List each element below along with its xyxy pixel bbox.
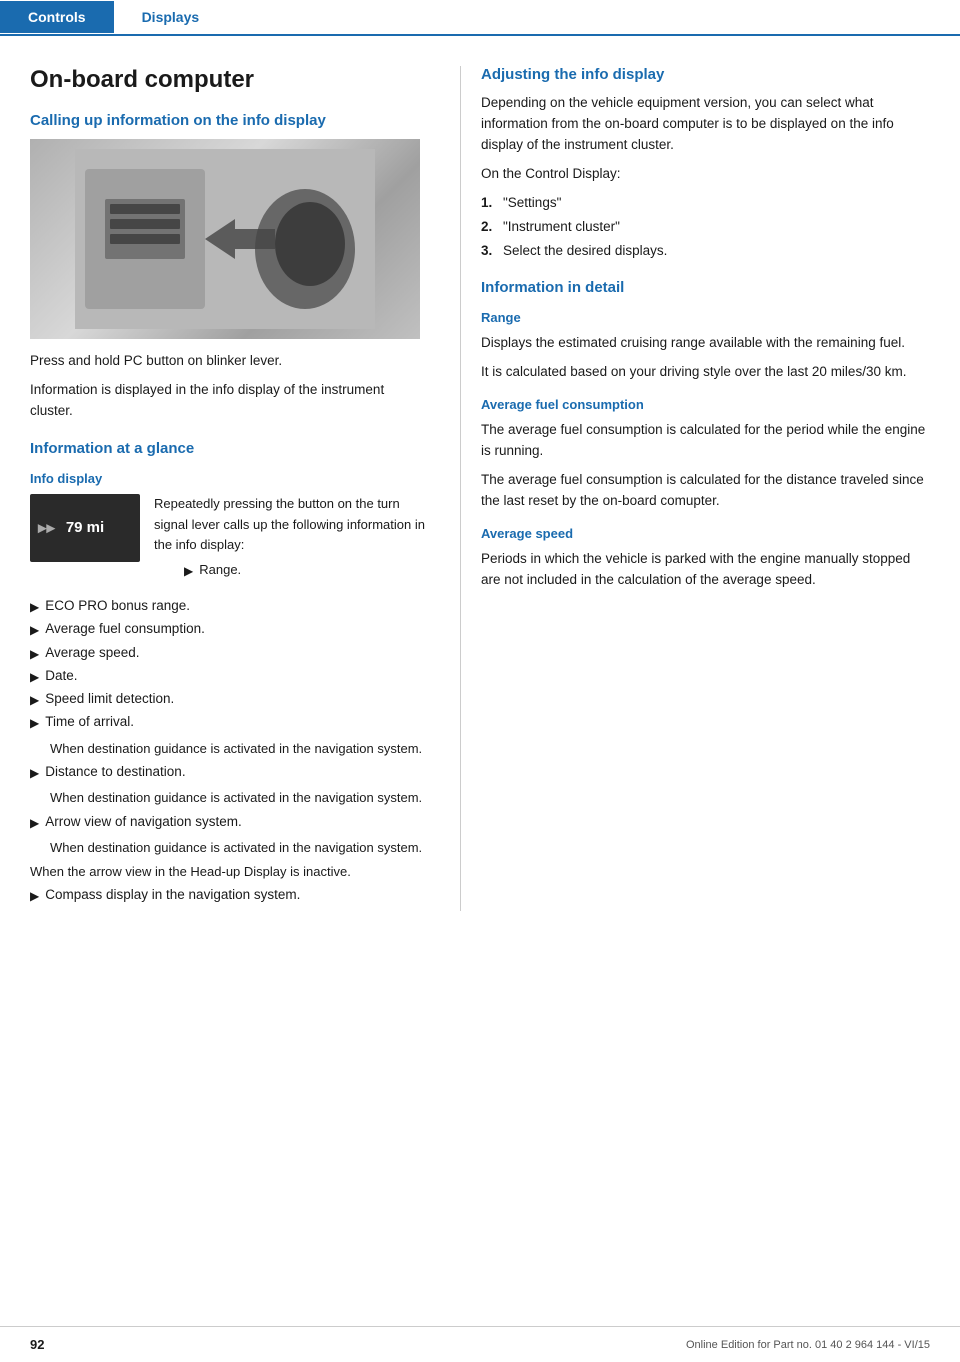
sub-heading-avg-fuel: Average fuel consumption [481, 397, 930, 412]
arrow-view-bullet-list: ▶ Arrow view of navigation system. [30, 812, 430, 832]
step-3: 3. Select the desired displays. [481, 241, 930, 261]
bullet-eco-pro: ▶ ECO PRO bonus range. [30, 596, 430, 616]
footer-info: Online Edition for Part no. 01 40 2 964 … [686, 1339, 930, 1351]
tab-displays[interactable]: Displays [114, 1, 228, 33]
info-display-widget: ▶▶ 79 mi Repeatedly pressing the button … [30, 494, 430, 586]
bullet-arrow-icon: ▶ [30, 691, 39, 709]
column-divider [460, 66, 461, 911]
arrow-inactive-note: When the arrow view in the Head-up Displ… [30, 862, 430, 882]
step-2-text: "Instrument cluster" [503, 217, 620, 237]
section-info-at-glance-heading: Information at a glance [30, 440, 430, 457]
car-image-svg [75, 149, 375, 329]
step-1-num: 1. [481, 193, 503, 213]
step-1: 1. "Settings" [481, 193, 930, 213]
bullet-arrow-icon: ▶ [184, 562, 193, 580]
range-para1: Displays the estimated cruising range av… [481, 333, 930, 354]
bullet-time-arrival: ▶ Time of arrival. [30, 712, 430, 732]
page-title: On-board computer [30, 66, 430, 94]
widget-arrow-icon: ▶▶ [38, 521, 55, 534]
arrow-view-sub: When destination guidance is activated i… [30, 838, 430, 858]
widget-value: 79 mi [66, 519, 104, 536]
bullet-arrow-icon: ▶ [30, 668, 39, 686]
bullet-range-sub: ▶ Range. [184, 560, 430, 580]
step-1-text: "Settings" [503, 193, 561, 213]
bullet-arrow-icon: ▶ [30, 814, 39, 832]
bullet-arrow-icon: ▶ [30, 621, 39, 639]
bullet-arrow-view: ▶ Arrow view of navigation system. [30, 812, 430, 832]
bullet-arrow-icon: ▶ [30, 598, 39, 616]
bullet-arrow-icon: ▶ [30, 764, 39, 782]
avg-speed-para1: Periods in which the vehicle is parked w… [481, 549, 930, 591]
step-2: 2. "Instrument cluster" [481, 217, 930, 237]
widget-display-box: ▶▶ 79 mi [30, 494, 140, 562]
bullet-arrow-icon: ▶ [30, 887, 39, 905]
distance-sub: When destination guidance is activated i… [30, 788, 430, 808]
car-interior-image [30, 139, 420, 339]
bullet-arrow-icon: ▶ [30, 645, 39, 663]
distance-bullet-list: ▶ Distance to destination. [30, 762, 430, 782]
adjusting-para1: Depending on the vehicle equipment versi… [481, 93, 930, 156]
left-column: On-board computer Calling up information… [30, 66, 460, 911]
bullet-distance: ▶ Distance to destination. [30, 762, 430, 782]
bullet-arrow-icon: ▶ [30, 714, 39, 732]
sub-heading-info-display: Info display [30, 471, 430, 486]
right-column: Adjusting the info display Depending on … [471, 66, 930, 911]
sub-heading-range: Range [481, 310, 930, 325]
info-display-image [30, 139, 420, 339]
adjusting-para2: On the Control Display: [481, 164, 930, 185]
para-info-displayed: Information is displayed in the info dis… [30, 380, 430, 422]
tab-controls[interactable]: Controls [0, 1, 114, 33]
time-arrival-sub: When destination guidance is activated i… [30, 739, 430, 759]
section-adjusting-heading: Adjusting the info display [481, 66, 930, 83]
bullet-date: ▶ Date. [30, 666, 430, 686]
sub-heading-avg-speed: Average speed [481, 526, 930, 541]
top-nav: Controls Displays [0, 0, 960, 36]
widget-sub-bullets: ▶ Range. [154, 560, 430, 580]
section-calling-up-heading: Calling up information on the info displ… [30, 112, 430, 129]
widget-caption-text: Repeatedly pressing the button on the tu… [154, 494, 430, 586]
page-number: 92 [30, 1337, 44, 1352]
section-info-in-detail-heading: Information in detail [481, 279, 930, 296]
bullet-compass: ▶ Compass display in the navigation syst… [30, 885, 430, 905]
compass-bullet-list: ▶ Compass display in the navigation syst… [30, 885, 430, 905]
step-2-num: 2. [481, 217, 503, 237]
step-3-num: 3. [481, 241, 503, 261]
bullet-avg-fuel: ▶ Average fuel consumption. [30, 619, 430, 639]
content-wrapper: On-board computer Calling up information… [0, 36, 960, 931]
info-bullets-list: ▶ ECO PRO bonus range. ▶ Average fuel co… [30, 596, 430, 733]
adjusting-steps-list: 1. "Settings" 2. "Instrument cluster" 3.… [481, 193, 930, 262]
avg-fuel-para2: The average fuel consumption is calculat… [481, 470, 930, 512]
avg-fuel-para1: The average fuel consumption is calculat… [481, 420, 930, 462]
range-para2: It is calculated based on your driving s… [481, 362, 930, 383]
bullet-speed-limit: ▶ Speed limit detection. [30, 689, 430, 709]
page-footer: 92 Online Edition for Part no. 01 40 2 9… [0, 1326, 960, 1362]
step-3-text: Select the desired displays. [503, 241, 667, 261]
para-press-hold: Press and hold PC button on blinker leve… [30, 351, 430, 372]
bullet-avg-speed: ▶ Average speed. [30, 643, 430, 663]
